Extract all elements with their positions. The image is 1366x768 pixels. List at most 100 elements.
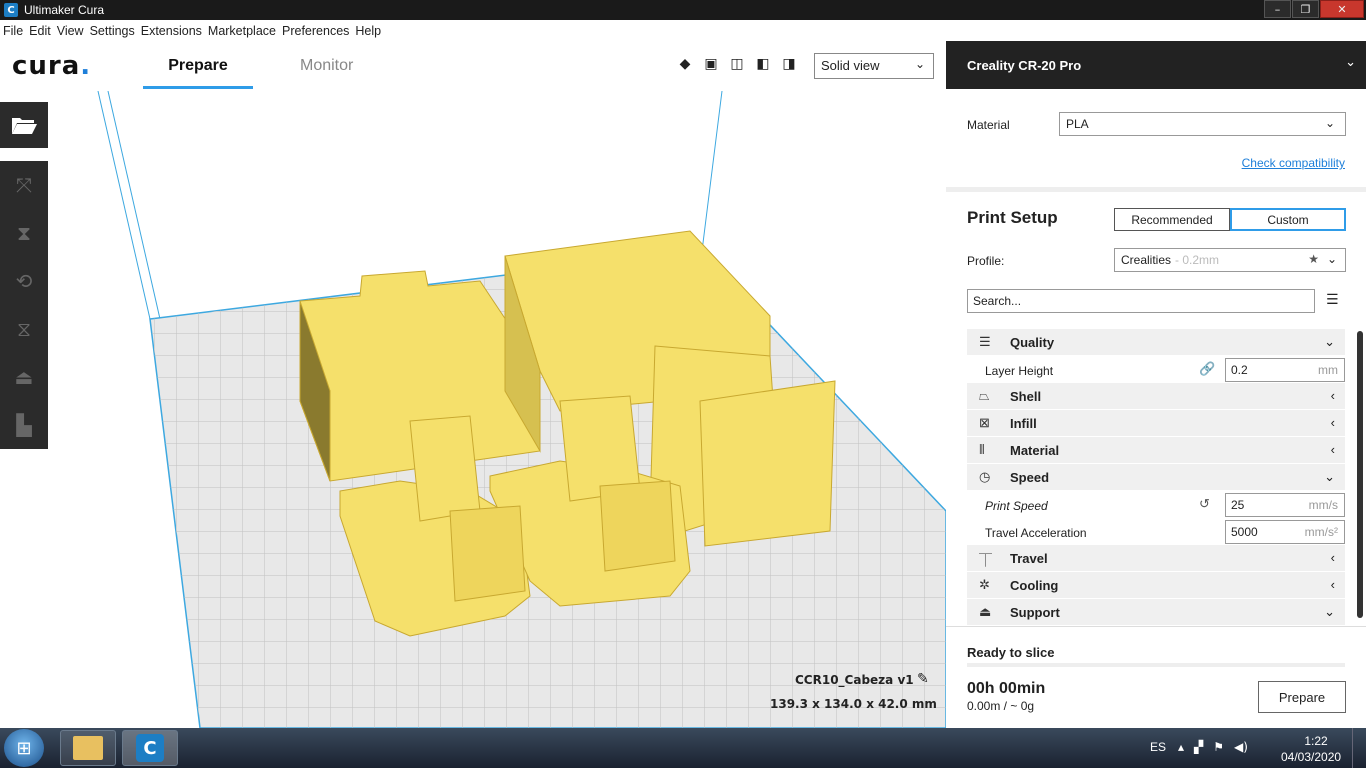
layer-height-input[interactable]: 0.2 mm bbox=[1225, 358, 1345, 382]
start-button[interactable]: ⊞ bbox=[4, 729, 44, 767]
category-infill[interactable]: ⊠ Infill ‹ bbox=[967, 410, 1345, 436]
maximize-button[interactable]: ❐ bbox=[1292, 0, 1319, 18]
chevron-down-icon: ⌄ bbox=[1324, 469, 1335, 484]
action-center-icon[interactable]: ⚑ bbox=[1213, 740, 1224, 754]
right-view-icon[interactable]: ◨ bbox=[780, 56, 798, 72]
category-shell[interactable]: ⏢ Shell ‹ bbox=[967, 383, 1345, 409]
menu-marketplace[interactable]: Marketplace bbox=[208, 24, 276, 38]
move-icon[interactable]: ⤧ bbox=[0, 161, 48, 209]
travel-icon: ⏉ bbox=[979, 553, 993, 568]
custom-button[interactable]: Custom bbox=[1230, 208, 1346, 231]
material-select[interactable]: PLA ⌄ bbox=[1059, 112, 1346, 136]
minimize-button[interactable]: – bbox=[1264, 0, 1291, 18]
support-blocker-icon[interactable]: ▙ bbox=[0, 401, 48, 449]
taskbar-cura[interactable]: C bbox=[122, 730, 178, 766]
chevron-down-icon: ⌄ bbox=[1324, 116, 1335, 130]
clock-date[interactable]: 04/03/2020 bbox=[1281, 750, 1341, 764]
category-label: Infill bbox=[1010, 416, 1037, 431]
tab-prepare[interactable]: Prepare bbox=[143, 53, 253, 89]
open-file-icon bbox=[12, 118, 37, 134]
close-button[interactable]: ✕ bbox=[1320, 0, 1364, 18]
setting-value: 5000 bbox=[1231, 525, 1258, 539]
travel-acceleration-input[interactable]: 5000 mm/s² bbox=[1225, 520, 1345, 544]
view-mode-select[interactable]: Solid view ⌄ bbox=[814, 53, 934, 79]
setting-unit: mm/s bbox=[1308, 498, 1338, 512]
chevron-down-icon: ⌄ bbox=[1326, 252, 1337, 266]
menu-extensions[interactable]: Extensions bbox=[141, 24, 202, 38]
show-desktop-button[interactable] bbox=[1352, 728, 1366, 768]
window-controls: – ❐ ✕ bbox=[1263, 0, 1364, 18]
3d-viewport[interactable] bbox=[0, 91, 946, 728]
speed-icon: ◷ bbox=[979, 469, 991, 484]
cooling-icon: ✲ bbox=[979, 577, 990, 592]
category-speed[interactable]: ◷ Speed ⌄ bbox=[967, 464, 1345, 490]
setting-label: Print Speed bbox=[985, 499, 1048, 513]
menu-preferences[interactable]: Preferences bbox=[282, 24, 349, 38]
front-view-icon[interactable]: ▣ bbox=[702, 56, 720, 72]
tray-expand-icon[interactable]: ▴ bbox=[1178, 740, 1184, 754]
print-time: 00h 00min bbox=[967, 680, 1046, 697]
print-setup-panel: Print Setup Recommended Custom Profile: … bbox=[946, 192, 1366, 626]
stage-header: cura. Prepare Monitor ◆ ▣ ◫ ◧ ◨ Solid vi… bbox=[0, 41, 946, 91]
print-setup-title: Print Setup bbox=[967, 208, 1058, 227]
menu-view[interactable]: View bbox=[57, 24, 84, 38]
category-label: Travel bbox=[1010, 551, 1048, 566]
open-file-button[interactable] bbox=[0, 102, 48, 148]
window-title: Ultimaker Cura bbox=[24, 3, 105, 17]
filament-usage: 0.00m / ~ 0g bbox=[967, 699, 1035, 713]
chevron-down-icon: ⌄ bbox=[1345, 55, 1356, 70]
category-travel[interactable]: ⏉ Travel ‹ bbox=[967, 545, 1345, 571]
setting-value: 0.2 bbox=[1231, 363, 1248, 377]
network-icon[interactable]: ▞ bbox=[1194, 740, 1203, 754]
edit-pencil-icon[interactable]: ✎ bbox=[917, 671, 929, 687]
prepare-button[interactable]: Prepare bbox=[1258, 681, 1346, 713]
setting-label: Layer Height bbox=[985, 364, 1054, 378]
check-compatibility-link[interactable]: Check compatibility bbox=[1242, 156, 1345, 170]
volume-icon[interactable]: ◀) bbox=[1234, 740, 1248, 754]
category-quality[interactable]: ☰ Quality ⌄ bbox=[967, 329, 1345, 355]
menu-help[interactable]: Help bbox=[355, 24, 381, 38]
menu-file[interactable]: File bbox=[3, 24, 23, 38]
slice-panel: Ready to slice 00h 00min 0.00m / ~ 0g Pr… bbox=[946, 626, 1366, 728]
mirror-icon[interactable]: ⧖ bbox=[0, 305, 48, 353]
profile-value: Crealities bbox=[1121, 253, 1172, 267]
rotate-icon[interactable]: ⟲ bbox=[0, 257, 48, 305]
chevron-left-icon: ‹ bbox=[1330, 577, 1335, 592]
printer-selector[interactable]: Creality CR-20 Pro ⌄ bbox=[946, 41, 1366, 89]
menu-edit[interactable]: Edit bbox=[29, 24, 51, 38]
tab-monitor[interactable]: Monitor bbox=[300, 53, 353, 75]
profile-select[interactable]: Crealities - 0.2mm ★ ⌄ bbox=[1114, 248, 1346, 272]
material-icon: ⦀ bbox=[979, 442, 985, 457]
chevron-down-icon: ⌄ bbox=[914, 57, 925, 71]
menu-settings[interactable]: Settings bbox=[90, 24, 135, 38]
scale-icon[interactable]: ⧗ bbox=[0, 209, 48, 257]
per-model-settings-icon[interactable]: ⏏ bbox=[0, 353, 48, 401]
setting-travel-acceleration: Travel Acceleration 5000 mm/s² bbox=[967, 518, 1345, 545]
settings-scrollbar[interactable] bbox=[1357, 331, 1363, 618]
3d-view-icon[interactable]: ◆ bbox=[676, 56, 694, 72]
setting-label: Travel Acceleration bbox=[985, 526, 1087, 540]
slice-progress-bar bbox=[967, 663, 1345, 667]
chevron-down-icon: ⌄ bbox=[1324, 334, 1335, 349]
left-view-icon[interactable]: ◧ bbox=[754, 56, 772, 72]
settings-menu-icon[interactable]: ☰ bbox=[1326, 292, 1339, 308]
chevron-left-icon: ‹ bbox=[1330, 550, 1335, 565]
settings-search-input[interactable]: Search... bbox=[967, 289, 1315, 313]
top-view-icon[interactable]: ◫ bbox=[728, 56, 746, 72]
profile-label: Profile: bbox=[967, 254, 1005, 268]
print-speed-input[interactable]: 25 mm/s bbox=[1225, 493, 1345, 517]
settings-list: ☰ Quality ⌄ Layer Height 🔗 0.2 mm ⏢ Shel… bbox=[967, 329, 1345, 626]
printer-name: Creality CR-20 Pro bbox=[967, 58, 1082, 73]
category-label: Shell bbox=[1010, 389, 1042, 404]
recommended-button[interactable]: Recommended bbox=[1114, 208, 1230, 231]
category-material[interactable]: ⦀ Material ‹ bbox=[967, 437, 1345, 463]
category-support[interactable]: ⏏ Support ⌄ bbox=[967, 599, 1345, 625]
category-cooling[interactable]: ✲ Cooling ‹ bbox=[967, 572, 1345, 598]
clock-time[interactable]: 1:22 bbox=[1298, 734, 1334, 748]
taskbar-explorer[interactable] bbox=[60, 730, 116, 766]
material-label: Material bbox=[967, 118, 1010, 132]
reset-icon[interactable]: ↺ bbox=[1199, 496, 1210, 512]
link-icon[interactable]: 🔗 bbox=[1199, 361, 1215, 377]
setting-unit: mm bbox=[1318, 363, 1338, 377]
language-indicator[interactable]: ES bbox=[1150, 740, 1166, 754]
